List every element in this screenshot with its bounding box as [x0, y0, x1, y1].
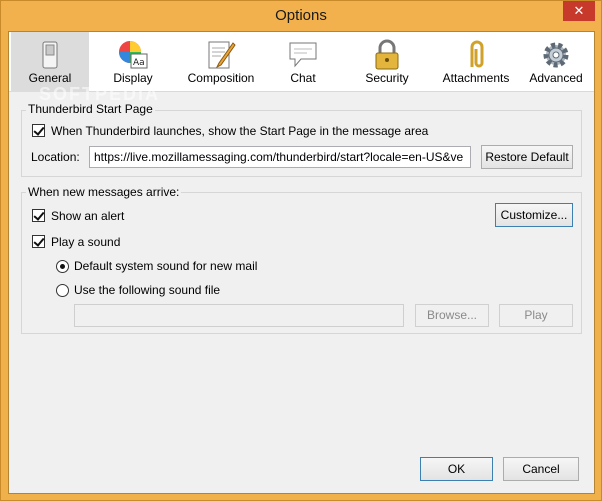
sound-file-input[interactable] — [74, 304, 404, 327]
paperclip-icon — [470, 40, 484, 68]
ok-button[interactable]: OK — [420, 457, 493, 481]
composition-pencil-icon — [208, 41, 236, 69]
default-sound-radio[interactable] — [56, 260, 69, 273]
show-alert-checkbox[interactable] — [32, 209, 45, 222]
show-alert-label: Show an alert — [51, 209, 125, 223]
start-page-group-title: Thunderbird Start Page — [26, 102, 155, 116]
dialog-content: General Aa Display Composition Chat Secu… — [8, 31, 595, 494]
show-start-page-checkbox[interactable] — [32, 124, 45, 137]
window-title: Options — [275, 7, 327, 24]
tab-attachments[interactable]: Attachments — [431, 32, 521, 92]
cancel-button[interactable]: Cancel — [503, 457, 579, 481]
location-input[interactable]: https://live.mozillamessaging.com/thunde… — [89, 146, 471, 168]
tab-display-label: Display — [113, 71, 153, 85]
tab-security[interactable]: Security — [351, 32, 423, 92]
tab-display[interactable]: Aa Display — [97, 32, 169, 92]
play-sound-checkbox[interactable] — [32, 235, 45, 248]
restore-default-button[interactable]: Restore Default — [481, 145, 573, 169]
preferences-toolbar: General Aa Display Composition Chat Secu… — [9, 32, 594, 92]
tab-advanced[interactable]: Advanced — [521, 32, 591, 92]
chat-bubble-icon — [289, 42, 317, 68]
location-label: Location: — [31, 150, 80, 164]
tab-chat[interactable]: Chat — [271, 32, 335, 92]
tab-security-label: Security — [365, 71, 409, 85]
play-sound-label: Play a sound — [51, 235, 121, 249]
browse-button[interactable]: Browse... — [415, 304, 489, 327]
title-bar[interactable]: Options ✕ — [1, 1, 601, 31]
show-start-page-label: When Thunderbird launches, show the Star… — [51, 124, 429, 138]
tab-chat-label: Chat — [290, 71, 316, 85]
general-switch-icon — [42, 41, 58, 69]
tab-advanced-label: Advanced — [529, 71, 583, 85]
security-lock-icon — [375, 39, 399, 70]
options-window: Options ✕ General Aa Display Composition… — [0, 0, 602, 501]
svg-text:Aa: Aa — [133, 58, 145, 68]
new-messages-group-title: When new messages arrive: — [26, 185, 182, 199]
use-sound-file-label: Use the following sound file — [74, 283, 221, 297]
tab-composition-label: Composition — [187, 71, 255, 85]
tab-attachments-label: Attachments — [442, 71, 510, 85]
tab-general-label: General — [28, 71, 72, 85]
play-button[interactable]: Play — [499, 304, 573, 327]
tab-general[interactable]: General — [11, 32, 89, 92]
tab-composition[interactable]: Composition — [181, 32, 261, 92]
close-button[interactable]: ✕ — [563, 1, 595, 21]
default-sound-label: Default system sound for new mail — [74, 259, 258, 273]
display-palette-icon: Aa — [119, 41, 148, 69]
gear-icon — [543, 42, 569, 68]
customize-button[interactable]: Customize... — [495, 203, 573, 227]
use-sound-file-radio[interactable] — [56, 284, 69, 297]
